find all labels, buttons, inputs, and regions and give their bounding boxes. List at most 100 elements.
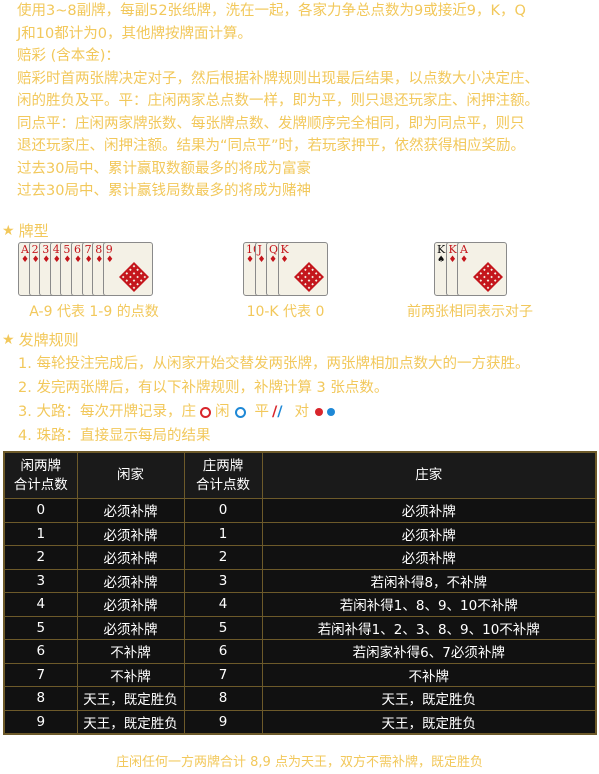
card-rank: K bbox=[448, 243, 457, 256]
diamond-pattern-icon bbox=[118, 262, 149, 292]
diamond-icon: ♦ bbox=[105, 255, 114, 265]
diamond-icon: ♦ bbox=[460, 255, 469, 265]
diamond-pattern-icon bbox=[293, 262, 324, 292]
card-rank: A bbox=[21, 243, 29, 256]
table-row: 5 必须补牌 5 若闲补得1、2、3、8、9、10不补牌 bbox=[3, 615, 597, 640]
card-fan: A ♦ 2 ♦ 3 ♦ 4 ♦ 5 ♦ 6 ♦ 7 ♦ 8 ♦ 9 ♦ bbox=[18, 242, 170, 298]
table-cell: 天王，既定胜负 bbox=[76, 709, 185, 735]
table-cell: 4 bbox=[3, 592, 78, 617]
diamond-icon: ♦ bbox=[246, 255, 255, 265]
rule-line: 4. 珠路：直接显示每局的结果 bbox=[18, 428, 211, 444]
table-cell: 必须补牌 bbox=[76, 592, 185, 617]
tie-slash-icon: / bbox=[277, 404, 283, 420]
table-row: 6 不补牌 6 若闲家补得6、7必须补牌 bbox=[3, 639, 597, 664]
card-caption: A-9 代表 1-9 的点数 bbox=[29, 304, 159, 320]
table-cell: 必须补牌 bbox=[261, 498, 597, 523]
table-cell: 3 bbox=[183, 568, 263, 593]
card-group-3: K ♠ K ♦ A ♦ 前两张相同表示对子 bbox=[407, 242, 533, 321]
table-cell: 若闲补得8，不补牌 bbox=[261, 568, 597, 593]
table-cell: 不补牌 bbox=[261, 662, 597, 687]
card-rank: J bbox=[257, 243, 262, 256]
card-group-2: 10 ♦ J ♦ Q ♦ K ♦ 10-K 代表 0 bbox=[243, 242, 328, 321]
table-cell: 必须补牌 bbox=[76, 545, 185, 570]
player-circle-icon bbox=[235, 406, 247, 418]
table-cell: 必须补牌 bbox=[76, 568, 185, 593]
table-row: 3 必须补牌 3 若闲补得8，不补牌 bbox=[3, 568, 597, 593]
table-cell: 2 bbox=[183, 545, 263, 570]
table-cell: 0 bbox=[3, 498, 78, 523]
table-cell: 5 bbox=[3, 615, 78, 640]
diamond-icon: ♦ bbox=[21, 255, 30, 265]
table-row: 2 必须补牌 2 必须补牌 bbox=[3, 545, 597, 570]
table-cell: 9 bbox=[183, 709, 263, 735]
card-rank: 8 bbox=[95, 243, 103, 256]
footer-note: 庄闲任何一方两牌合计 8,9 点为天王，双方不需补牌，既定胜负 bbox=[116, 755, 483, 770]
intro-line: 赔彩 (含本金)： bbox=[17, 48, 120, 64]
diamond-icon: ♦ bbox=[269, 255, 278, 265]
deal-rules: 1. 每轮投注完成后，从闲家开始交替发两张牌，两张牌相加点数大的一方获胜。 2.… bbox=[18, 352, 529, 448]
table-cell: 6 bbox=[183, 639, 263, 664]
diamond-icon: ♦ bbox=[74, 255, 83, 265]
table-row: 1 必须补牌 1 必须补牌 bbox=[3, 521, 597, 546]
star-icon: ★ bbox=[2, 223, 15, 239]
card-fan: 10 ♦ J ♦ Q ♦ K ♦ bbox=[243, 242, 328, 298]
card-rank: A bbox=[460, 243, 468, 256]
tie-label: 平 bbox=[254, 404, 269, 420]
intro-line: 过去30局中、累计赢钱局数最多的将成为赌神 bbox=[17, 183, 311, 199]
header-text: 闲两牌 bbox=[20, 457, 62, 474]
card-caption: 前两张相同表示对子 bbox=[407, 304, 533, 320]
table-cell: 不补牌 bbox=[76, 639, 185, 664]
card-group-1: A ♦ 2 ♦ 3 ♦ 4 ♦ 5 ♦ 6 ♦ 7 ♦ 8 ♦ 9 ♦ A-9 代表 1-9 的点数 bbox=[18, 242, 170, 321]
card-caption: 10-K 代表 0 bbox=[246, 304, 325, 320]
table-cell: 1 bbox=[183, 521, 263, 546]
card-rank: 9 bbox=[105, 243, 113, 256]
header-player-total: 闲两牌 合计点数 bbox=[3, 451, 78, 499]
table-row: 0 必须补牌 0 必须补牌 bbox=[3, 498, 597, 523]
deal-section-title: 发牌规则 bbox=[18, 331, 79, 349]
table-cell: 0 bbox=[183, 498, 263, 523]
card-rank: 5 bbox=[63, 243, 71, 256]
table-cell: 1 bbox=[3, 521, 78, 546]
table-cell: 天王，既定胜负 bbox=[76, 686, 185, 711]
rule-line: 3. 大路：每次开牌记录，庄 闲 平 / / 对 bbox=[18, 400, 529, 424]
card-examples: A ♦ 2 ♦ 3 ♦ 4 ♦ 5 ♦ 6 ♦ 7 ♦ 8 ♦ 9 ♦ A-9 代表 1-9 的点数 10 ♦ J ♦ Q… bbox=[0, 242, 599, 322]
spade-icon: ♠ bbox=[437, 255, 446, 265]
player-pair-dot-icon bbox=[327, 408, 336, 416]
drawing-rules-table: 闲两牌 合计点数 闲家 庄两牌 合计点数 庄家 0 必须补牌 0 必须补牌 1 必须补牌 1… bbox=[3, 451, 597, 735]
card-rank: 3 bbox=[42, 243, 50, 256]
table-cell: 9 bbox=[3, 709, 78, 735]
table-cell: 2 bbox=[3, 545, 78, 570]
table-row: 7 不补牌 7 不补牌 bbox=[3, 662, 597, 687]
playing-card: 9 ♦ bbox=[102, 242, 153, 296]
intro-line: 使用3~8副牌，每副52张纸牌，洗在一起，各家力争总点数为9或接近9，K，Q bbox=[17, 3, 526, 19]
intro-line: 闲的胜负及平。平：庄闲两家总点数一样，即为平，则只退还玩家庄、闲押注额。 bbox=[17, 93, 539, 109]
card-rank: 4 bbox=[52, 243, 60, 256]
intro-line: 过去30局中、累计赢取数额最多的将成为富豪 bbox=[17, 160, 311, 177]
table-cell: 必须补牌 bbox=[76, 521, 185, 546]
table-cell: 天王，既定胜负 bbox=[261, 686, 597, 711]
table-cell: 5 bbox=[183, 615, 263, 640]
table-cell: 必须补牌 bbox=[76, 615, 185, 640]
card-fan: K ♠ K ♦ A ♦ bbox=[434, 242, 507, 298]
intro-line: 退还玩家庄、闲押注额。结果为“同点平”时，若玩家押平，依然获得相应奖励。 bbox=[17, 138, 526, 154]
rule3-prefix: 3. 大路：每次开牌记录，庄 bbox=[18, 404, 196, 420]
diamond-icon: ♦ bbox=[280, 255, 289, 265]
card-rank: 2 bbox=[31, 243, 39, 256]
diamond-icon: ♦ bbox=[448, 255, 457, 265]
table-cell: 7 bbox=[183, 662, 263, 687]
header-text: 庄两牌 bbox=[202, 457, 244, 474]
intro-text: 使用3~8副牌，每副52张纸牌，洗在一起，各家力争总点数为9或接近9，K，Q J… bbox=[17, 0, 592, 203]
table-cell: 天王，既定胜负 bbox=[261, 709, 597, 735]
table-cell: 6 bbox=[3, 639, 78, 664]
table-cell: 4 bbox=[183, 592, 263, 617]
table-cell: 7 bbox=[3, 662, 78, 687]
playing-card: A ♦ bbox=[457, 242, 507, 296]
table-cell: 3 bbox=[3, 568, 78, 593]
table-cell: 必须补牌 bbox=[76, 498, 185, 523]
player-label: 闲 bbox=[214, 404, 230, 420]
rule-line: 1. 每轮投注完成后，从闲家开始交替发两张牌，两张牌相加点数大的一方获胜。 bbox=[18, 356, 530, 372]
card-rank: 6 bbox=[74, 243, 81, 256]
card-rank: Q bbox=[269, 243, 279, 256]
table-cell: 8 bbox=[183, 686, 263, 711]
card-rank: 7 bbox=[84, 243, 92, 256]
